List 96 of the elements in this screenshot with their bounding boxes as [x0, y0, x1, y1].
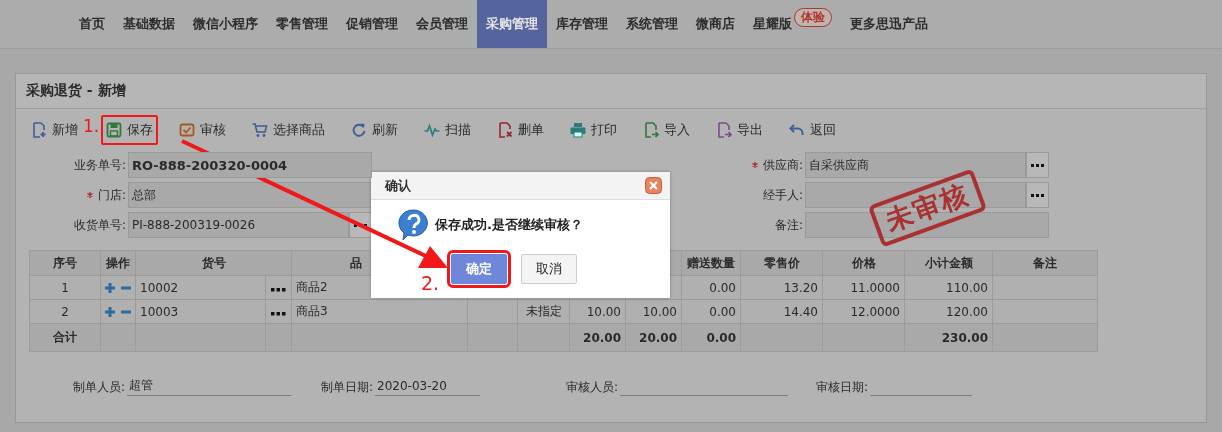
field-label: 门店:	[97, 186, 126, 204]
toolbar-button[interactable]: 打印	[565, 115, 623, 145]
table-cell: 1	[61, 280, 69, 295]
nav-tab[interactable]: 系统管理	[617, 0, 687, 48]
dialog-message: 保存成功.是否继续审核？	[435, 216, 583, 234]
input-field[interactable]: PI-888-200319-0026	[128, 212, 349, 238]
refresh-icon	[351, 122, 368, 138]
table-cell: 2	[61, 304, 69, 319]
printer-icon	[570, 122, 587, 138]
step-label: 2.	[421, 272, 440, 294]
field-label: 制单人员:	[73, 379, 127, 396]
field-label: 审核人员:	[566, 379, 620, 396]
field-label: 经手人:	[762, 186, 803, 204]
nav-tab[interactable]: 星耀版 体验	[744, 0, 841, 48]
toolbar-button[interactable]: 保存	[101, 115, 159, 145]
column-header: 操作	[106, 255, 130, 270]
toolbar-button[interactable]: 导出	[711, 115, 769, 145]
table-cell: 未指定	[525, 304, 562, 318]
table-cell: 0.00	[706, 330, 736, 345]
field-label: 业务单号:	[73, 156, 126, 174]
table-cell: 110.00	[946, 280, 988, 295]
checkbox-icon	[179, 122, 196, 138]
nav-tab[interactable]: 更多思迅产品	[841, 0, 937, 48]
table-cell: 14.40	[783, 304, 818, 319]
nav-tab[interactable]: 微信小程序	[184, 0, 267, 48]
table-cell: 0.00	[709, 304, 736, 319]
question-icon	[397, 208, 431, 242]
table-cell: 0.00	[709, 280, 736, 295]
nav-tab[interactable]: 微商店	[687, 0, 744, 48]
table-cell: 商品3	[296, 304, 328, 318]
toolbar-button[interactable]: 返回	[784, 115, 842, 145]
nav-tab[interactable]: 首页	[70, 0, 114, 48]
table-cell: 120.00	[946, 304, 988, 319]
column-header: 备注	[1033, 255, 1057, 270]
nav-tab[interactable]: 库存管理	[547, 0, 617, 48]
field-label: 收货单号:	[73, 216, 126, 234]
dialog-title: 确认	[385, 176, 411, 195]
table-cell: 230.00	[941, 330, 988, 345]
return-arrow-icon	[789, 122, 806, 138]
plus-icon[interactable]	[105, 306, 115, 317]
toolbar-button[interactable]: 选择商品	[247, 115, 331, 145]
table-cell: 10002	[140, 280, 179, 295]
toolbar-button[interactable]: 扫描	[419, 115, 477, 145]
table-cell: 商品2	[296, 280, 328, 294]
toolbar-button[interactable]: 导入	[638, 115, 696, 145]
toolbar-button[interactable]: 审核	[174, 115, 232, 145]
column-header: 价格	[851, 255, 876, 270]
plus-icon[interactable]	[105, 282, 115, 293]
required-icon	[751, 162, 758, 168]
more-icon[interactable]	[271, 311, 286, 316]
input-field[interactable]: 自采供应商	[805, 152, 1026, 178]
table-cell: 13.20	[783, 280, 818, 295]
nav-tab[interactable]: 会员管理	[407, 0, 477, 48]
table-cell: 10.00	[586, 304, 621, 319]
pulse-icon	[424, 122, 441, 138]
input-field[interactable]: 总部	[128, 182, 372, 208]
table-cell: 11.0000	[850, 280, 900, 295]
more-button[interactable]	[1026, 182, 1049, 208]
column-header: 序号	[53, 255, 77, 270]
field-label: 备注:	[774, 216, 803, 234]
toolbar-button[interactable]: 删单	[492, 115, 550, 145]
nav-tab[interactable]: 零售管理	[267, 0, 337, 48]
input-field[interactable]: RO-888-200320-0004	[128, 152, 372, 178]
close-icon[interactable]	[645, 177, 662, 194]
column-header: 货号	[201, 255, 226, 270]
nav-tab[interactable]: 采购管理	[477, 0, 547, 48]
step-label: 1.	[83, 116, 100, 136]
required-icon	[86, 192, 93, 198]
nav-tab[interactable]: 促销管理	[337, 0, 407, 48]
field-label: 审核日期:	[816, 379, 870, 396]
fill-in-line[interactable]: 2020-03-20	[375, 376, 481, 396]
column-header: 赠送数量	[687, 255, 735, 270]
cancel-button[interactable]: 取消	[521, 254, 577, 284]
nav-tab[interactable]: 基础数据	[114, 0, 184, 48]
field-label: 制单日期:	[321, 379, 375, 396]
table-cell: 10003	[140, 304, 179, 319]
cart-icon	[252, 122, 269, 138]
fill-in-line[interactable]: 超管	[127, 376, 292, 396]
table-cell: 20.00	[583, 330, 621, 345]
more-button[interactable]	[1026, 152, 1049, 178]
field-label: 供应商:	[762, 156, 803, 174]
document-arrow-icon	[716, 122, 733, 138]
table-cell: 合计	[53, 330, 77, 344]
more-icon[interactable]	[271, 287, 286, 292]
column-header: 零售价	[763, 255, 800, 270]
trial-badge: 体验	[794, 7, 832, 27]
column-header: 品	[350, 255, 362, 270]
table-cell: 10.00	[642, 304, 677, 319]
column-header: 小计金额	[924, 255, 973, 270]
document-plus-icon	[31, 122, 47, 138]
document-arrow-icon	[643, 122, 660, 138]
document-x-icon	[497, 122, 514, 138]
toolbar-button[interactable]: 刷新	[346, 115, 404, 145]
toolbar-button[interactable]: 新增	[26, 115, 83, 145]
table-cell: 12.0000	[850, 304, 900, 319]
table-cell: 20.00	[639, 330, 677, 345]
